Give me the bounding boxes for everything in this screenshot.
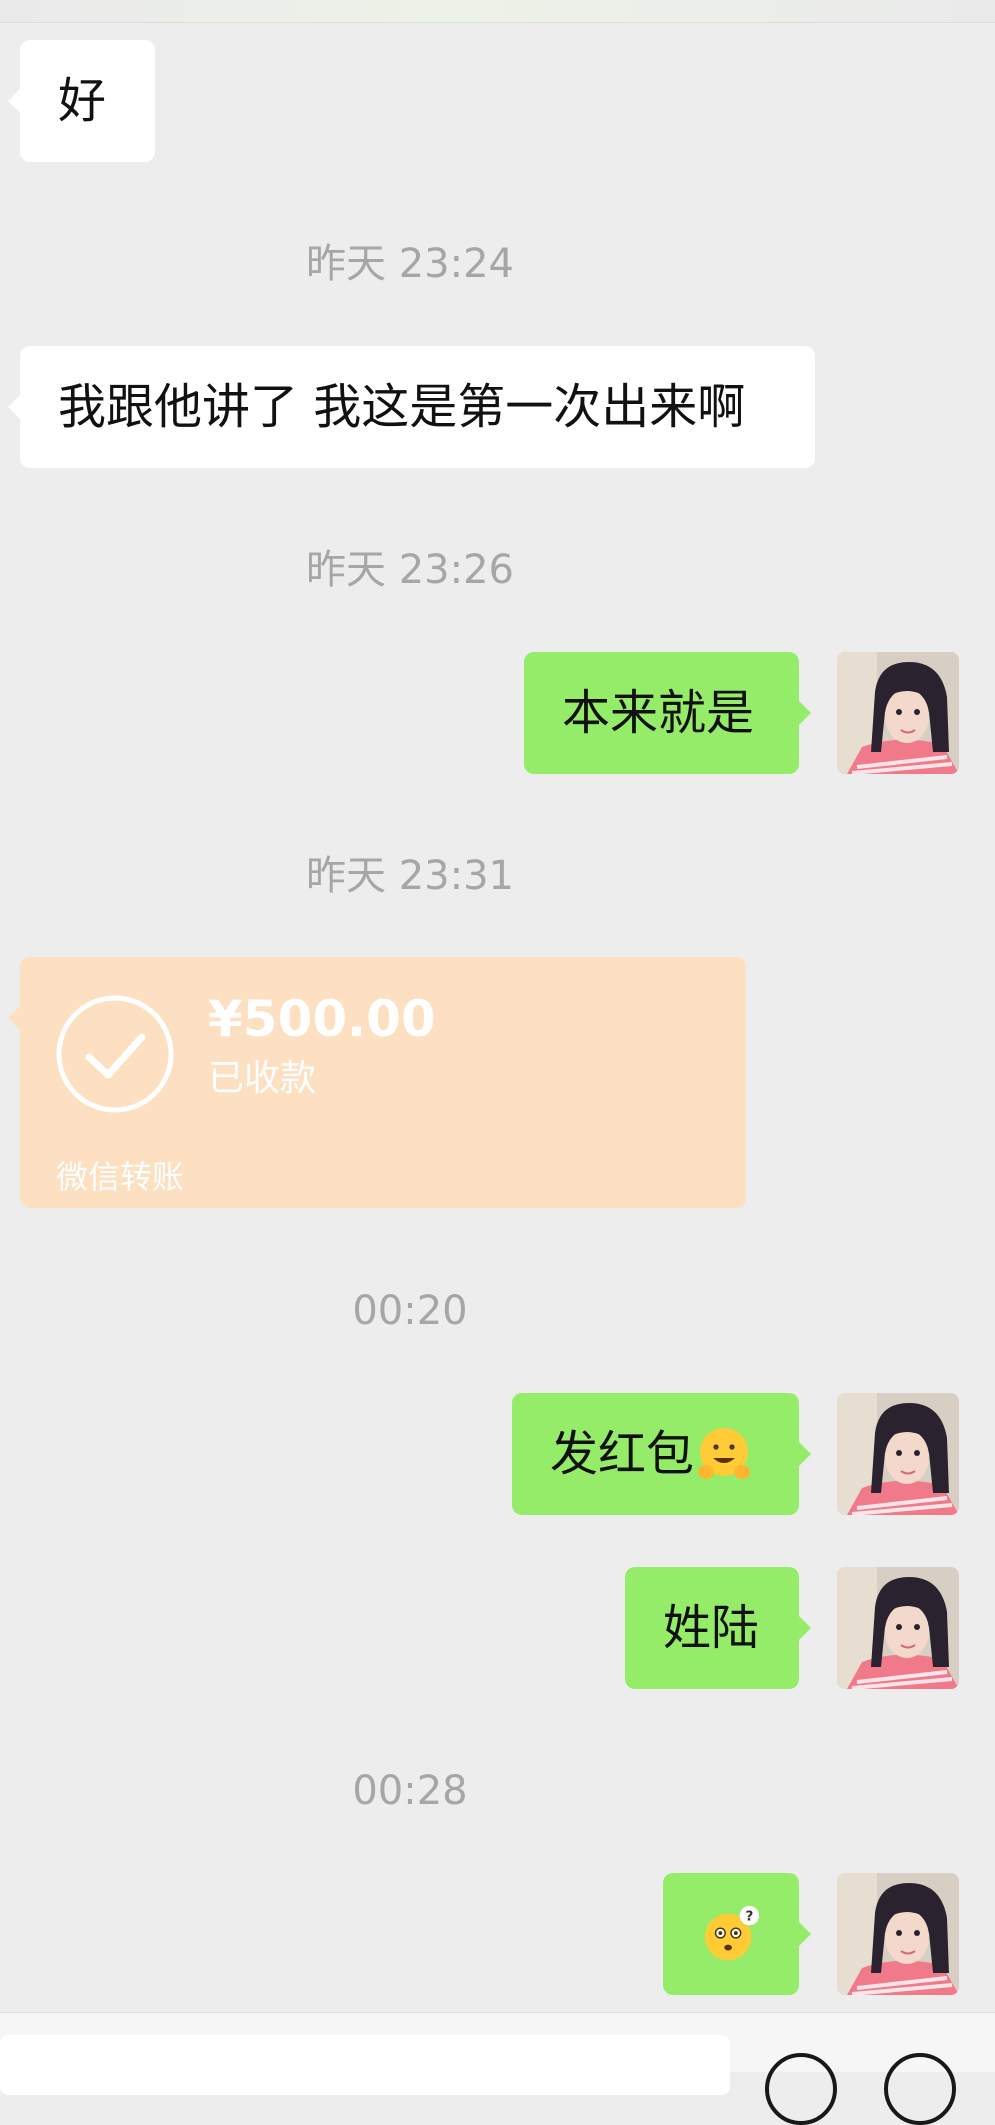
message-bubble-outgoing[interactable]: 本来就是 — [524, 652, 811, 774]
transfer-card[interactable]: ¥500.00 已收款 微信转账 — [8, 957, 746, 1208]
message-bubble-incoming[interactable]: 我跟他讲了 我这是第一次出来啊 — [8, 346, 815, 468]
input-bar — [0, 2012, 995, 2125]
check-circle-icon — [56, 995, 174, 1113]
timestamp: 昨天 23:24 — [306, 241, 514, 287]
message-content: 发红包 — [550, 1393, 761, 1515]
transfer-label: 微信转账 — [56, 1158, 185, 1196]
message-bubble-outgoing[interactable]: ? — [663, 1873, 811, 1995]
timestamp: 00:28 — [352, 1768, 468, 1814]
avatar[interactable] — [837, 1567, 959, 1689]
message-text: 姓陆 — [663, 1600, 760, 1656]
smiling-hands-emoji — [698, 1428, 751, 1479]
message-bubble-outgoing[interactable]: 发红包 — [512, 1393, 811, 1515]
message-content: ? — [701, 1873, 761, 1995]
svg-text:?: ? — [745, 1908, 753, 1924]
message-text: 发红包 — [550, 1426, 695, 1482]
timestamp: 00:20 — [352, 1288, 468, 1334]
avatar[interactable] — [837, 1873, 959, 1995]
message-bubble-outgoing[interactable]: 姓陆 — [625, 1567, 811, 1689]
avatar[interactable] — [837, 652, 959, 774]
message-text: 我跟他讲了 我这是第一次出来啊 — [58, 379, 746, 435]
avatar[interactable] — [837, 1393, 959, 1515]
timestamp: 昨天 23:31 — [306, 853, 514, 899]
emoji-icon[interactable] — [765, 2053, 837, 2125]
message-bubble-incoming[interactable]: 好 — [8, 40, 155, 162]
plus-icon[interactable] — [884, 2053, 956, 2125]
transfer-amount: ¥500.00 — [208, 990, 436, 1048]
top-strip — [0, 0, 995, 23]
message-input[interactable] — [0, 2035, 730, 2095]
timestamp: 昨天 23:26 — [306, 547, 514, 593]
transfer-status: 已收款 — [208, 1058, 317, 1099]
message-text: 本来就是 — [562, 685, 755, 741]
confused-question-emoji: ? — [704, 1905, 760, 1961]
message-text: 好 — [58, 73, 107, 129]
